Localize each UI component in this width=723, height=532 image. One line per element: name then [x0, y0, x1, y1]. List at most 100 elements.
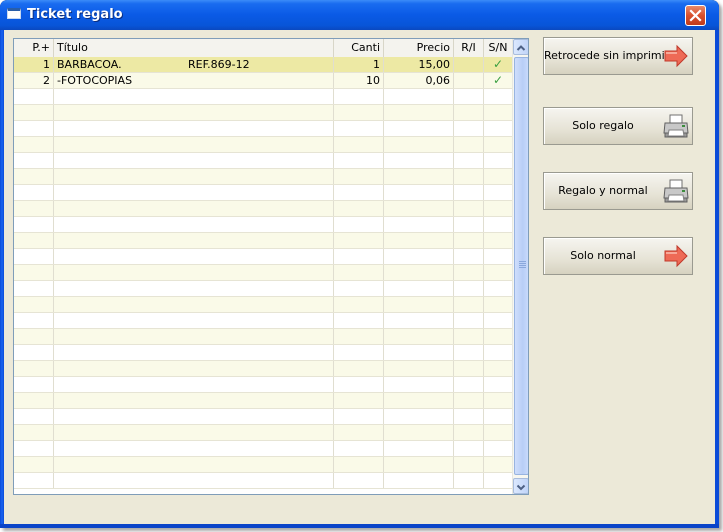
check-icon[interactable]: ✓	[484, 73, 512, 88]
empty-table-row[interactable]	[14, 441, 512, 457]
empty-table-row[interactable]	[14, 153, 512, 169]
empty-table-row[interactable]	[14, 409, 512, 425]
cell-precio: 15,00	[384, 57, 454, 72]
empty-table-row[interactable]	[14, 425, 512, 441]
empty-cell	[384, 265, 454, 280]
empty-cell	[54, 89, 334, 104]
empty-table-row[interactable]	[14, 217, 512, 233]
empty-cell	[484, 217, 512, 232]
empty-cell	[54, 441, 334, 456]
col-header-ri[interactable]: R/I	[454, 39, 484, 57]
empty-cell	[54, 313, 334, 328]
retrocede-sin-imprimir-button[interactable]: Retrocede sin imprimir	[543, 37, 693, 75]
empty-cell	[484, 281, 512, 296]
empty-cell	[54, 185, 334, 200]
empty-cell	[454, 393, 484, 408]
empty-table-row[interactable]	[14, 361, 512, 377]
empty-table-row[interactable]	[14, 105, 512, 121]
empty-table-row[interactable]	[14, 201, 512, 217]
table-row[interactable]: 1 BARBACOA. REF.869-12 1 15,00 ✓	[14, 57, 512, 73]
col-header-sn[interactable]: S/N	[484, 39, 512, 57]
red-arrow-icon	[664, 244, 688, 268]
red-arrow-icon	[664, 44, 688, 68]
empty-cell	[14, 137, 54, 152]
empty-table-row[interactable]	[14, 297, 512, 313]
empty-table-row[interactable]	[14, 185, 512, 201]
empty-cell	[14, 249, 54, 264]
empty-table-row[interactable]	[14, 249, 512, 265]
empty-table-row[interactable]	[14, 89, 512, 105]
grip-line	[519, 263, 526, 264]
empty-table-row[interactable]	[14, 473, 512, 489]
empty-cell	[454, 217, 484, 232]
cell-ri	[454, 57, 484, 72]
empty-cell	[454, 297, 484, 312]
cell-canti: 10	[334, 73, 384, 88]
empty-cell	[384, 473, 454, 488]
empty-cell	[334, 201, 384, 216]
solo-regalo-button[interactable]: Solo regalo	[543, 107, 693, 145]
close-button[interactable]	[685, 5, 706, 26]
empty-table-row[interactable]	[14, 233, 512, 249]
empty-table-row[interactable]	[14, 169, 512, 185]
empty-table-row[interactable]	[14, 377, 512, 393]
empty-cell	[334, 137, 384, 152]
empty-table-row[interactable]	[14, 329, 512, 345]
empty-cell	[484, 361, 512, 376]
empty-cell	[484, 201, 512, 216]
empty-cell	[334, 121, 384, 136]
check-icon[interactable]: ✓	[484, 57, 512, 72]
empty-cell	[334, 457, 384, 472]
scroll-down-button[interactable]	[513, 478, 528, 494]
col-header-canti[interactable]: Canti	[334, 39, 384, 57]
empty-cell	[484, 185, 512, 200]
grip-line	[519, 267, 526, 268]
empty-cell	[384, 169, 454, 184]
vertical-scrollbar[interactable]	[512, 39, 528, 494]
empty-table-row[interactable]	[14, 121, 512, 137]
scroll-thumb[interactable]	[514, 57, 528, 475]
grip-line	[519, 265, 526, 266]
empty-table-row[interactable]	[14, 265, 512, 281]
empty-cell	[54, 153, 334, 168]
scroll-up-button[interactable]	[513, 39, 528, 55]
empty-cell	[384, 441, 454, 456]
empty-cell	[484, 121, 512, 136]
empty-table-row[interactable]	[14, 313, 512, 329]
empty-table-row[interactable]	[14, 457, 512, 473]
empty-cell	[14, 425, 54, 440]
cell-ref: REF.869-12	[188, 58, 250, 71]
empty-cell	[54, 233, 334, 248]
empty-cell	[14, 313, 54, 328]
close-icon	[689, 9, 702, 22]
empty-cell	[14, 169, 54, 184]
empty-cell	[384, 297, 454, 312]
solo-normal-button[interactable]: Solo normal	[543, 237, 693, 275]
empty-table-row[interactable]	[14, 281, 512, 297]
cell-titulo-text: BARBACOA.	[57, 58, 122, 71]
empty-cell	[334, 473, 384, 488]
empty-cell	[484, 249, 512, 264]
col-header-p[interactable]: P.+	[14, 39, 54, 57]
empty-cell	[334, 89, 384, 104]
regalo-y-normal-button[interactable]: Regalo y normal	[543, 172, 693, 210]
empty-cell	[454, 233, 484, 248]
empty-table-row[interactable]	[14, 137, 512, 153]
table-row[interactable]: 2 -FOTOCOPIAS 10 0,06 ✓	[14, 73, 512, 89]
empty-cell	[384, 425, 454, 440]
chevron-up-icon	[516, 45, 526, 51]
empty-cell	[484, 393, 512, 408]
empty-cell	[384, 217, 454, 232]
title-bar[interactable]: Ticket regalo	[0, 0, 719, 30]
col-header-precio[interactable]: Precio	[384, 39, 454, 57]
items-grid[interactable]: P.+ Título Canti Precio R/I S/N 1 BARBAC…	[13, 38, 529, 495]
empty-cell	[334, 153, 384, 168]
empty-cell	[484, 313, 512, 328]
empty-cell	[454, 329, 484, 344]
col-header-titulo[interactable]: Título	[54, 39, 334, 57]
empty-table-row[interactable]	[14, 393, 512, 409]
empty-cell	[54, 425, 334, 440]
empty-cell	[14, 281, 54, 296]
client-area: P.+ Título Canti Precio R/I S/N 1 BARBAC…	[4, 30, 715, 524]
empty-table-row[interactable]	[14, 345, 512, 361]
